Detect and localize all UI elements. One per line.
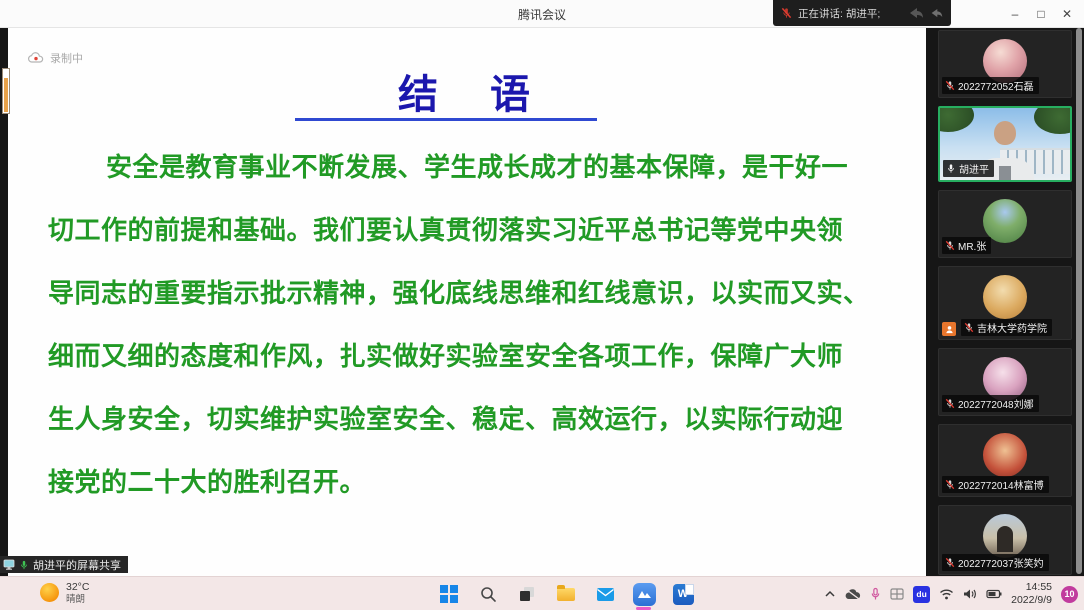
participant-name: 2022772037张笑妁 [958, 555, 1044, 570]
sun-icon [40, 583, 59, 602]
speaking-indicator-text: 正在讲话: 胡进平; [798, 6, 902, 21]
mail-icon [596, 587, 615, 602]
avatar [983, 514, 1027, 558]
clock-time: 14:55 [1026, 581, 1052, 594]
avatar [983, 275, 1027, 319]
muted-mic-icon [781, 7, 792, 19]
body-line: 细而又细的态度和作风，扎实做好实验室安全各项工作，保障广大师 [48, 333, 910, 396]
notification-count-badge[interactable]: 10 [1061, 586, 1078, 603]
active-mic-icon [19, 559, 29, 571]
participant-name: 2022772014林富博 [958, 477, 1044, 492]
avatar [983, 433, 1027, 477]
active-speaker-overlay: 正在讲话: 胡进平; [773, 0, 951, 26]
windows-taskbar: 32°C 晴朗 W [0, 576, 1084, 610]
participant-name-tag: 吉林大学药学院 [961, 319, 1052, 336]
maximize-button[interactable]: □ [1030, 3, 1052, 25]
participant-tile[interactable]: 2022772014林富博 [938, 424, 1072, 497]
battery-icon[interactable] [986, 589, 1002, 599]
taskbar-clock[interactable]: 14:55 2022/9/9 [1011, 581, 1052, 607]
reply-arrow-icon[interactable] [930, 6, 943, 20]
baidu-ime-icon[interactable]: du [913, 586, 930, 603]
screen-share-banner: 胡进平的屏幕共享 [0, 556, 128, 573]
muted-mic-icon [945, 479, 955, 490]
participant-tile[interactable]: 2022772037张笑妁 [938, 505, 1072, 575]
slide-body-text: 安全是教育事业不断发展、学生成长成才的基本保障，是干好一 切工作的前提和基础。我… [48, 144, 910, 522]
participant-name-tag: 2022772048刘娜 [942, 395, 1039, 412]
monitor-icon [3, 559, 15, 570]
wifi-icon[interactable] [939, 588, 954, 600]
meeting-window-titlebar: 腾讯会议 正在讲话: 胡进平; – □ ✕ [0, 0, 1084, 28]
mail-button[interactable] [593, 582, 617, 606]
search-icon [480, 586, 497, 603]
tencent-meeting-icon [633, 583, 656, 606]
body-line: 生人身安全，切实维护实验室安全、稳定、高效运行，以实际行动迎 [48, 396, 910, 459]
video-person-collar [999, 166, 1011, 180]
word-icon: W [673, 584, 694, 605]
video-tree [1034, 106, 1072, 134]
participant-tile-active-speaker[interactable]: 胡进平 [938, 106, 1072, 182]
muted-mic-icon [945, 80, 955, 91]
share-banner-label: 胡进平的屏幕共享 [33, 557, 121, 573]
participant-name-tag: 胡进平 [943, 160, 994, 177]
muted-mic-icon [945, 240, 955, 251]
video-person-head [994, 121, 1016, 145]
weather-condition: 晴朗 [66, 594, 89, 605]
muted-mic-icon [945, 398, 955, 409]
muted-mic-icon [945, 557, 955, 568]
active-mic-icon [946, 163, 956, 174]
body-line: 安全是教育事业不断发展、学生成长成才的基本保障，是干好一 [48, 144, 910, 207]
file-explorer-button[interactable] [554, 582, 578, 606]
slide-title: 结 语 [8, 62, 926, 120]
participants-sidebar: 2022772052石磊 胡进平 [938, 30, 1072, 575]
participant-tile[interactable]: 2022772048刘娜 [938, 348, 1072, 416]
participant-name-tag: 2022772052石磊 [942, 77, 1039, 94]
title-underline [295, 118, 597, 121]
participant-name-tag: MR.张 [942, 237, 991, 254]
window-controls: – □ ✕ [1004, 0, 1078, 28]
video-tree [938, 106, 974, 132]
meeting-main-area: 录制中 结 语 安全是教育事业不断发展、学生成长成才的基本保障，是干好一 切工作… [0, 28, 1084, 576]
tray-chevron-icon[interactable] [824, 590, 836, 598]
word-button[interactable]: W [671, 582, 695, 606]
participant-tile[interactable]: 2022772052石磊 [938, 30, 1072, 98]
minimize-button[interactable]: – [1004, 3, 1026, 25]
participant-tile[interactable]: 吉林大学药学院 [938, 266, 1072, 340]
participant-name: 2022772048刘娜 [958, 396, 1034, 411]
tencent-meeting-button[interactable] [632, 582, 656, 606]
taskbar-system-tray: du 14:55 2022/9/9 10 [824, 577, 1078, 610]
participant-name: 吉林大学药学院 [977, 320, 1047, 335]
cloud-icon[interactable] [845, 589, 861, 600]
volume-icon[interactable] [963, 588, 977, 600]
participant-name: 胡进平 [959, 161, 989, 176]
body-line: 切工作的前提和基础。我们要认真贯彻落实习近平总书记等党中央领 [48, 207, 910, 270]
participant-name: 2022772052石磊 [958, 78, 1034, 93]
taskbar-app-icons: W [437, 577, 695, 610]
body-line: 接党的二十大的胜利召开。 [48, 459, 910, 522]
share-arrow-icon[interactable] [908, 6, 924, 20]
participant-tile[interactable]: MR.张 [938, 190, 1072, 258]
participant-name-tag: 2022772014林富博 [942, 476, 1049, 493]
shared-screen-slide: 录制中 结 语 安全是教育事业不断发展、学生成长成才的基本保障，是干好一 切工作… [8, 28, 926, 576]
sidebar-scrollbar[interactable] [1076, 28, 1082, 574]
start-button[interactable] [437, 582, 461, 606]
ime-icon[interactable] [890, 588, 904, 600]
muted-mic-icon [964, 322, 974, 333]
participant-name-tag: 2022772037张笑妁 [942, 554, 1049, 571]
microphone-icon[interactable] [870, 587, 881, 601]
participant-name: MR.张 [958, 238, 986, 253]
search-button[interactable] [476, 582, 500, 606]
task-view-button[interactable] [515, 582, 539, 606]
close-button[interactable]: ✕ [1056, 3, 1078, 25]
weather-temperature: 32°C [66, 581, 89, 594]
taskbar-weather-widget[interactable]: 32°C 晴朗 [40, 581, 89, 605]
windows-logo-icon [440, 585, 458, 603]
desktop: 腾讯会议 正在讲话: 胡进平; – □ ✕ 录制中 结 语 安全是教育事业不断发… [0, 0, 1084, 610]
member-badge-icon [942, 322, 956, 336]
task-view-icon [518, 585, 536, 603]
folder-icon [557, 588, 575, 601]
body-line: 导同志的重要指示批示精神，强化底线思维和红线意识，以实而又实、 [48, 270, 910, 333]
clock-date: 2022/9/9 [1011, 594, 1052, 607]
